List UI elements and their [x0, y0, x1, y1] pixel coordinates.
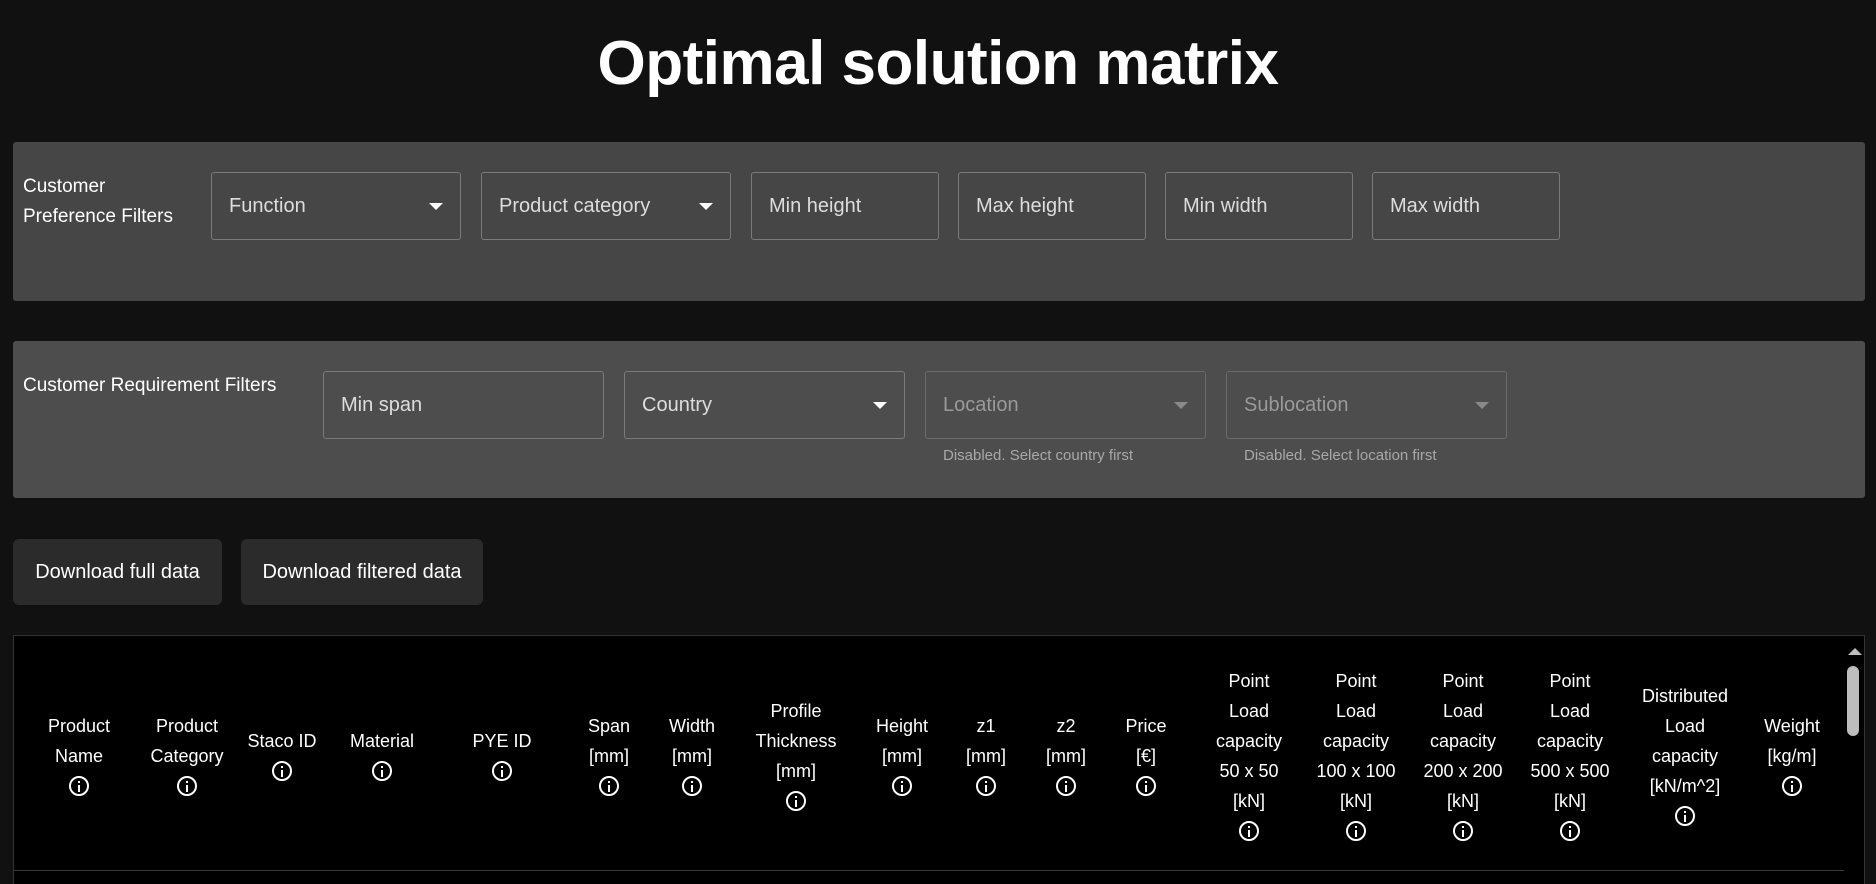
column-header-label: Weight [kg/m] [1764, 715, 1820, 766]
max-width-input[interactable] [1390, 194, 1542, 218]
column-header-z2[interactable]: z2 [mm] [1036, 636, 1096, 870]
column-header-label: Profile Thickness [mm] [755, 700, 837, 781]
product-category-select[interactable]: Product category [481, 172, 731, 240]
max-height-input[interactable] [976, 194, 1128, 218]
column-header-point-load-200[interactable]: Point Load capacity 200 x 200 [kN] [1423, 636, 1503, 870]
min-width-field[interactable] [1165, 172, 1353, 240]
column-header-point-load-50[interactable]: Point Load capacity 50 x 50 [kN] [1209, 636, 1289, 870]
info-icon[interactable] [786, 790, 806, 811]
column-header-label: Width [mm] [668, 715, 715, 766]
info-icon[interactable] [976, 775, 996, 796]
column-header-staco-id[interactable]: Staco ID [247, 636, 317, 870]
preference-filters-panel: Customer Preference Filters Function Pro… [13, 142, 1865, 301]
info-icon[interactable] [682, 775, 702, 796]
info-icon[interactable] [1453, 820, 1473, 841]
info-icon[interactable] [1239, 820, 1259, 841]
min-span-field[interactable] [323, 371, 604, 439]
location-select: Location [925, 371, 1206, 439]
column-header-label: Price [€] [1125, 715, 1167, 766]
country-select[interactable]: Country [624, 371, 905, 439]
column-header-material[interactable]: Material [327, 636, 437, 870]
column-header-pye-id[interactable]: PYE ID [447, 636, 557, 870]
info-icon[interactable] [1346, 820, 1366, 841]
chevron-down-icon [1174, 401, 1188, 409]
info-icon[interactable] [1675, 805, 1695, 826]
column-header-z1[interactable]: z1 [mm] [956, 636, 1016, 870]
column-header-point-load-100[interactable]: Point Load capacity 100 x 100 [kN] [1316, 636, 1396, 870]
column-header-label: Staco ID [247, 730, 317, 751]
info-icon[interactable] [272, 760, 292, 781]
info-icon[interactable] [1560, 820, 1580, 841]
info-icon[interactable] [69, 775, 89, 796]
vertical-scrollbar[interactable] [1844, 636, 1864, 884]
sublocation-select: Sublocation [1226, 371, 1507, 439]
column-header-label: Height [mm] [875, 715, 929, 766]
max-width-field[interactable] [1372, 172, 1560, 240]
min-span-input[interactable] [341, 393, 586, 417]
column-header-distributed-load[interactable]: Distributed Load capacity [kN/m^2] [1637, 636, 1733, 870]
min-width-input[interactable] [1183, 194, 1335, 218]
sublocation-helper-text: Disabled. Select location first [1244, 447, 1437, 464]
chevron-down-icon [429, 202, 443, 210]
sublocation-select-label: Sublocation [1244, 393, 1349, 416]
info-icon[interactable] [372, 760, 392, 781]
column-header-label: Material [349, 730, 415, 751]
column-header-label: PYE ID [472, 730, 532, 751]
min-height-field[interactable] [751, 172, 939, 240]
info-icon[interactable] [177, 775, 197, 796]
column-header-label: Point Load capacity 500 x 500 [kN] [1530, 670, 1610, 811]
scrollbar-thumb[interactable] [1847, 666, 1859, 736]
header-divider [14, 870, 1846, 871]
column-header-label: Span [mm] [587, 715, 631, 766]
column-header-product-name[interactable]: Product Name [24, 636, 134, 870]
location-select-label: Location [943, 393, 1019, 416]
data-table: Product Name Product Category Staco ID M… [13, 635, 1865, 884]
column-header-width[interactable]: Width [mm] [657, 636, 727, 870]
chevron-down-icon [699, 202, 713, 210]
scroll-up-arrow-icon[interactable] [1848, 648, 1862, 655]
page-title: Optimal solution matrix [597, 29, 1279, 98]
download-full-data-button[interactable]: Download full data [13, 539, 222, 605]
info-icon[interactable] [492, 760, 512, 781]
column-header-label: Distributed Load capacity [kN/m^2] [1641, 685, 1729, 796]
column-header-label: Point Load capacity 50 x 50 [kN] [1215, 670, 1283, 811]
info-icon[interactable] [1136, 775, 1156, 796]
function-select-label: Function [229, 194, 306, 217]
chevron-down-icon [873, 401, 887, 409]
requirement-filters-label: Customer Requirement Filters [23, 375, 277, 396]
column-header-price[interactable]: Price [€] [1116, 636, 1176, 870]
page: Optimal solution matrix Customer Prefere… [0, 0, 1876, 884]
column-header-label: Product Name [47, 715, 111, 766]
column-header-height[interactable]: Height [mm] [862, 636, 942, 870]
function-select[interactable]: Function [211, 172, 461, 240]
chevron-down-icon [1475, 401, 1489, 409]
min-height-input[interactable] [769, 194, 921, 218]
requirement-filters-panel: Customer Requirement Filters Country Loc… [13, 341, 1865, 498]
column-header-profile-thickness[interactable]: Profile Thickness [mm] [746, 636, 846, 870]
column-header-point-load-500[interactable]: Point Load capacity 500 x 500 [kN] [1530, 636, 1610, 870]
column-header-label: Product Category [150, 715, 224, 766]
column-header-label: z2 [mm] [1046, 715, 1086, 766]
info-icon[interactable] [892, 775, 912, 796]
info-icon[interactable] [1782, 775, 1802, 796]
info-icon[interactable] [1056, 775, 1076, 796]
column-header-label: Point Load capacity 200 x 200 [kN] [1423, 670, 1503, 811]
column-header-label: z1 [mm] [966, 715, 1006, 766]
country-select-label: Country [642, 393, 713, 416]
column-header-label: Point Load capacity 100 x 100 [kN] [1316, 670, 1396, 811]
download-filtered-data-button[interactable]: Download filtered data [241, 539, 483, 605]
column-header-product-category[interactable]: Product Category [138, 636, 236, 870]
column-header-weight[interactable]: Weight [kg/m] [1757, 636, 1827, 870]
info-icon[interactable] [599, 775, 619, 796]
max-height-field[interactable] [958, 172, 1146, 240]
location-helper-text: Disabled. Select country first [943, 447, 1134, 464]
preference-filters-label: Customer Preference Filters [23, 176, 173, 227]
column-header-span[interactable]: Span [mm] [574, 636, 644, 870]
product-category-select-label: Product category [499, 194, 651, 217]
